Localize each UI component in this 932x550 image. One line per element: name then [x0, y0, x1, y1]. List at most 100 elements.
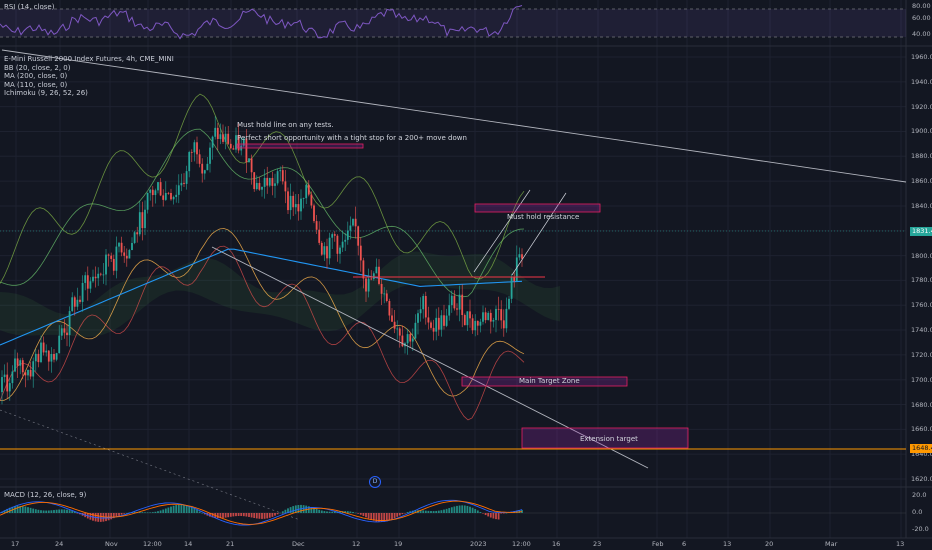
price-tick: 1680.0	[911, 400, 932, 409]
macd-tick-0: 0.0	[912, 508, 923, 516]
candle-body	[458, 294, 461, 310]
macd-histogram-bar	[196, 509, 198, 513]
candle-body	[307, 184, 310, 195]
candle-body	[266, 177, 269, 186]
candle-body	[128, 250, 131, 259]
candle-body	[183, 182, 185, 184]
candle-body	[248, 158, 250, 163]
candle-body	[328, 237, 331, 259]
price-tick: 1780.0	[911, 276, 932, 285]
candle-body	[414, 322, 417, 339]
macd-histogram-bar	[456, 505, 458, 513]
price-tick: 1740.0	[911, 326, 932, 335]
macd-histogram-bar	[183, 504, 185, 513]
rsi-tick-60: 60.00	[912, 14, 931, 22]
candle-body	[115, 246, 118, 271]
macd-histogram-bar	[53, 510, 55, 513]
candle-body	[37, 353, 40, 363]
candle-body	[227, 133, 230, 144]
candle-body	[505, 308, 508, 329]
macd-histogram-bar	[448, 508, 451, 513]
annotation-extension-target[interactable]: Extension target	[580, 435, 638, 444]
candle-body	[216, 127, 219, 139]
candle-body	[383, 293, 386, 295]
candle-body	[60, 328, 63, 336]
legend-ichimoku[interactable]: Ichimoku (9, 26, 52, 26)	[4, 89, 174, 98]
annotation-main-target[interactable]: Main Target Zone	[519, 377, 580, 386]
time-tick: 12:00	[512, 540, 531, 548]
macd-histogram-bar	[398, 513, 401, 516]
legend-bb[interactable]: BB (20, close, 2, 0)	[4, 64, 174, 73]
candle-body	[518, 254, 521, 258]
candle-body	[185, 171, 188, 184]
time-tick: Mar	[825, 540, 838, 548]
candle-body	[349, 225, 352, 231]
candle-body	[419, 309, 422, 314]
macd-histogram-bar	[440, 510, 443, 513]
candle-body	[201, 163, 204, 174]
candle-body	[388, 301, 391, 316]
macd-histogram-bar	[315, 508, 318, 513]
rsi-tick-80: 80.00	[912, 2, 931, 10]
macd-histogram-bar	[250, 513, 253, 518]
macd-histogram-bar	[323, 511, 326, 513]
macd-histogram-bar	[326, 511, 328, 513]
price-tick: 1620.0	[911, 475, 932, 483]
macd-histogram-bar	[248, 513, 250, 517]
macd-histogram-bar	[47, 510, 50, 513]
candle-body	[323, 246, 326, 255]
macd-histogram-bar	[185, 505, 188, 513]
macd-histogram-bar	[29, 507, 32, 513]
annotation-short-opportunity[interactable]: Perfect short opportunity with a tight s…	[237, 134, 467, 143]
candle-body	[393, 321, 396, 329]
legend-ma110[interactable]: MA (110, close, 0)	[4, 81, 174, 90]
dividend-event-badge[interactable]: D	[369, 476, 381, 488]
candle-body	[214, 127, 217, 137]
candle-body	[55, 353, 58, 360]
macd-histogram-bar	[224, 513, 227, 518]
time-tick: 12:00	[143, 540, 162, 548]
candle-body	[125, 255, 128, 259]
candle-body	[206, 163, 209, 171]
macd-histogram-bar	[50, 510, 53, 513]
macd-histogram-bar	[349, 511, 352, 513]
candle-body	[263, 177, 266, 187]
annotation-must-hold-line[interactable]: Must hold line on any tests.	[237, 121, 334, 130]
macd-histogram-bar	[154, 511, 157, 513]
price-tick: 1660.0	[911, 425, 932, 434]
macd-histogram-bar	[170, 506, 172, 513]
candle-body	[203, 170, 206, 174]
macd-histogram-bar	[320, 510, 323, 513]
time-tick: 14	[184, 540, 193, 548]
legend-ma200[interactable]: MA (200, close, 0)	[4, 72, 174, 81]
symbol-title[interactable]: E-Mini Russell 2000 Index Futures, 4h, C…	[4, 55, 174, 64]
candle-body	[99, 273, 102, 275]
time-tick: 20	[765, 540, 774, 548]
candle-body	[63, 328, 66, 333]
rsi-indicator-label[interactable]: RSI (14, close)	[4, 3, 54, 11]
macd-tick-neg20: -20.0	[912, 525, 929, 533]
candle-body	[331, 234, 334, 238]
candle-body	[180, 182, 183, 186]
candle-body	[261, 186, 263, 190]
annotation-must-hold-resistance[interactable]: Must hold resistance	[507, 213, 579, 222]
candle-body	[521, 254, 523, 259]
candle-body	[196, 142, 198, 155]
candle-body	[193, 142, 196, 153]
candle-body	[110, 255, 113, 259]
candle-body	[84, 275, 87, 283]
candle-body	[471, 318, 474, 331]
macd-histogram-bar	[27, 507, 29, 513]
price-tick: 1760.0	[911, 301, 932, 310]
macd-histogram-bar	[302, 505, 305, 513]
rsi-pane[interactable]	[0, 5, 906, 40]
candle-body	[102, 274, 105, 276]
candle-body	[271, 177, 274, 186]
macd-indicator-label[interactable]: MACD (12, 26, close, 9)	[4, 491, 86, 499]
macd-histogram-bar	[120, 513, 123, 515]
macd-histogram-bar	[37, 509, 40, 513]
candle-body	[164, 192, 167, 200]
support-price-tag: 1648.4	[910, 444, 932, 453]
price-tick: 1860.0	[911, 177, 932, 186]
macd-histogram-bar	[362, 513, 365, 517]
